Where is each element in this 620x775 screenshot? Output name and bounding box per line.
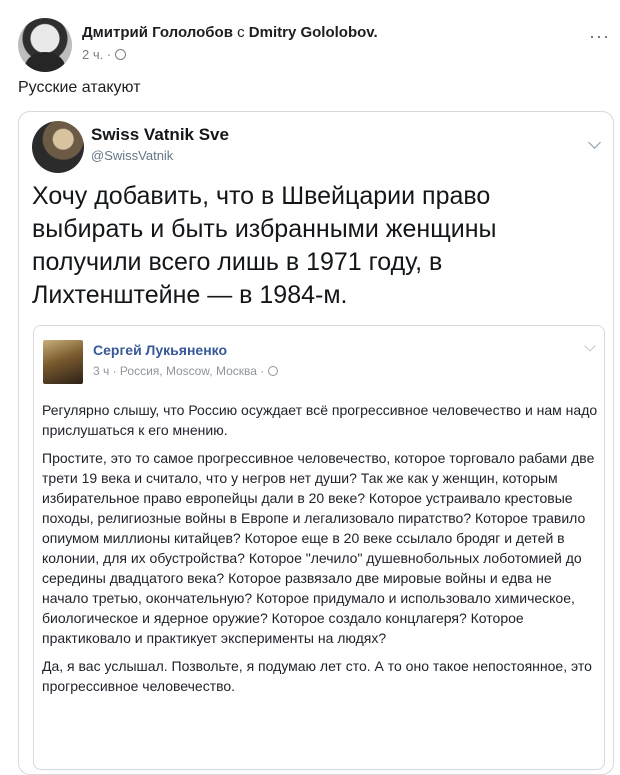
- quoted-author-avatar[interactable]: [43, 340, 83, 384]
- post-meta: 2 ч. ·: [82, 47, 127, 62]
- embedded-tweet[interactable]: Swiss Vatnik Sve @SwissVatnik Хочу добав…: [18, 111, 614, 775]
- quoted-facebook-post[interactable]: Сергей Лукьяненко 3 ч · Россия, Moscow, …: [33, 325, 605, 770]
- author-name[interactable]: Дмитрий Гололобов: [82, 24, 233, 41]
- quoted-post-body: Регулярно слышу, что Россию осуждает всё…: [42, 400, 598, 704]
- post-header: Дмитрий Гололобов с Dmitry Gololobov. 2 …: [18, 18, 610, 74]
- quoted-paragraph: Простите, это то самое прогрессивное чел…: [42, 450, 595, 646]
- author-avatar[interactable]: [18, 18, 72, 72]
- globe-icon: [115, 49, 127, 60]
- with-text: с: [237, 24, 245, 41]
- quoted-paragraph: Регулярно слышу, что Россию осуждает всё…: [42, 402, 598, 438]
- more-options-icon[interactable]: ···: [589, 26, 610, 47]
- quoted-paragraph: Да, я вас услышал. Позвольте, я подумаю …: [42, 658, 592, 694]
- post-text: Русские атакуют: [18, 79, 141, 96]
- chevron-down-icon[interactable]: [584, 340, 596, 352]
- tweet-author-handle[interactable]: @SwissVatnik: [91, 148, 173, 163]
- tweet-author-avatar[interactable]: [32, 121, 84, 173]
- tagged-user-name[interactable]: Dmitry Gololobov.: [249, 24, 378, 41]
- globe-icon: [268, 366, 279, 376]
- post-timestamp[interactable]: 2 ч. ·: [82, 47, 111, 62]
- tweet-text: Хочу добавить, что в Швейцарии право выб…: [32, 182, 497, 309]
- author-line: Дмитрий Гололобов с Dmitry Gololobov.: [82, 24, 378, 41]
- chevron-down-icon[interactable]: [588, 136, 601, 149]
- quoted-post-location[interactable]: 3 ч · Россия, Moscow, Москва ·: [93, 364, 264, 378]
- tweet-author-name[interactable]: Swiss Vatnik Sve: [91, 125, 229, 145]
- quoted-post-meta: 3 ч · Россия, Moscow, Москва ·: [93, 364, 279, 378]
- quoted-author-name[interactable]: Сергей Лукьяненко: [93, 342, 227, 358]
